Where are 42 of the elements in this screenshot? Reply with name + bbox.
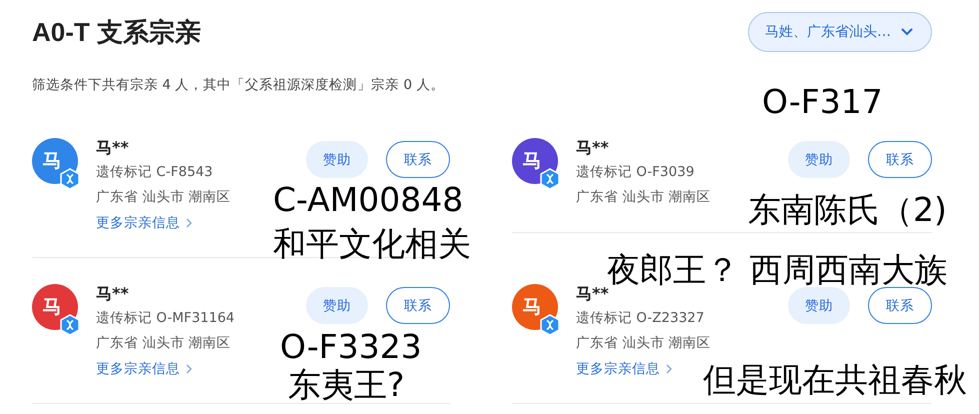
- location-text: 广东省 汕头市 潮南区: [576, 334, 711, 353]
- annotation-text: O-F317: [762, 82, 883, 122]
- contact-button[interactable]: 联系: [868, 141, 932, 178]
- contact-button[interactable]: 联系: [386, 287, 450, 324]
- contact-button[interactable]: 联系: [868, 287, 932, 324]
- location-text: 广东省 汕头市 潮南区: [96, 334, 231, 353]
- dna-badge-icon: [540, 314, 560, 336]
- annotation-text: 但是现在共祖春秋: [703, 360, 967, 400]
- relative-name: 马**: [96, 284, 129, 305]
- dna-badge-icon: [60, 314, 80, 336]
- annotation-text: 东南陈氏（2): [748, 190, 947, 230]
- more-info-link[interactable]: 更多宗亲信息: [576, 356, 672, 381]
- more-info-link[interactable]: 更多宗亲信息: [96, 210, 192, 235]
- annotation-text: 和平文化相关: [273, 224, 471, 264]
- dna-badge-icon: [540, 168, 560, 190]
- relative-name: 马**: [576, 284, 609, 305]
- contact-button[interactable]: 联系: [386, 141, 450, 178]
- chevron-down-icon: [901, 28, 913, 36]
- sponsor-button[interactable]: 赞助: [788, 141, 850, 178]
- page-title: A0-T 支系宗亲: [32, 16, 201, 48]
- annotation-text: O-F3323: [280, 327, 422, 367]
- relative-name: 马**: [96, 138, 129, 159]
- annotation-text: 夜郎王？ 西周西南大族: [607, 250, 948, 289]
- chevron-right-icon: [186, 218, 192, 228]
- sponsor-button[interactable]: 赞助: [306, 141, 368, 178]
- chevron-right-icon: [186, 364, 192, 374]
- sponsor-button[interactable]: 赞助: [788, 287, 850, 324]
- genetic-marker: 遗传标记 O-MF31164: [96, 309, 235, 328]
- annotation-text: C-AM00848: [273, 180, 464, 220]
- chevron-right-icon: [666, 364, 672, 374]
- relative-name: 马**: [576, 138, 609, 159]
- dna-badge-icon: [60, 168, 80, 190]
- sponsor-button[interactable]: 赞助: [306, 287, 368, 324]
- genetic-marker: 遗传标记 O-F3039: [576, 163, 694, 182]
- location-text: 广东省 汕头市 潮南区: [576, 188, 711, 207]
- genetic-marker: 遗传标记 C-F8543: [96, 163, 213, 182]
- more-info-link[interactable]: 更多宗亲信息: [96, 356, 192, 381]
- location-text: 广东省 汕头市 潮南区: [96, 188, 231, 207]
- summary-text: 筛选条件下共有宗亲 4 人，其中「父系祖源深度检测」宗亲 0 人。: [32, 76, 446, 94]
- annotation-text: 东夷王?: [288, 365, 405, 405]
- filter-dropdown[interactable]: 马姓、广东省汕头…: [748, 12, 932, 52]
- genetic-marker: 遗传标记 O-Z23327: [576, 309, 704, 328]
